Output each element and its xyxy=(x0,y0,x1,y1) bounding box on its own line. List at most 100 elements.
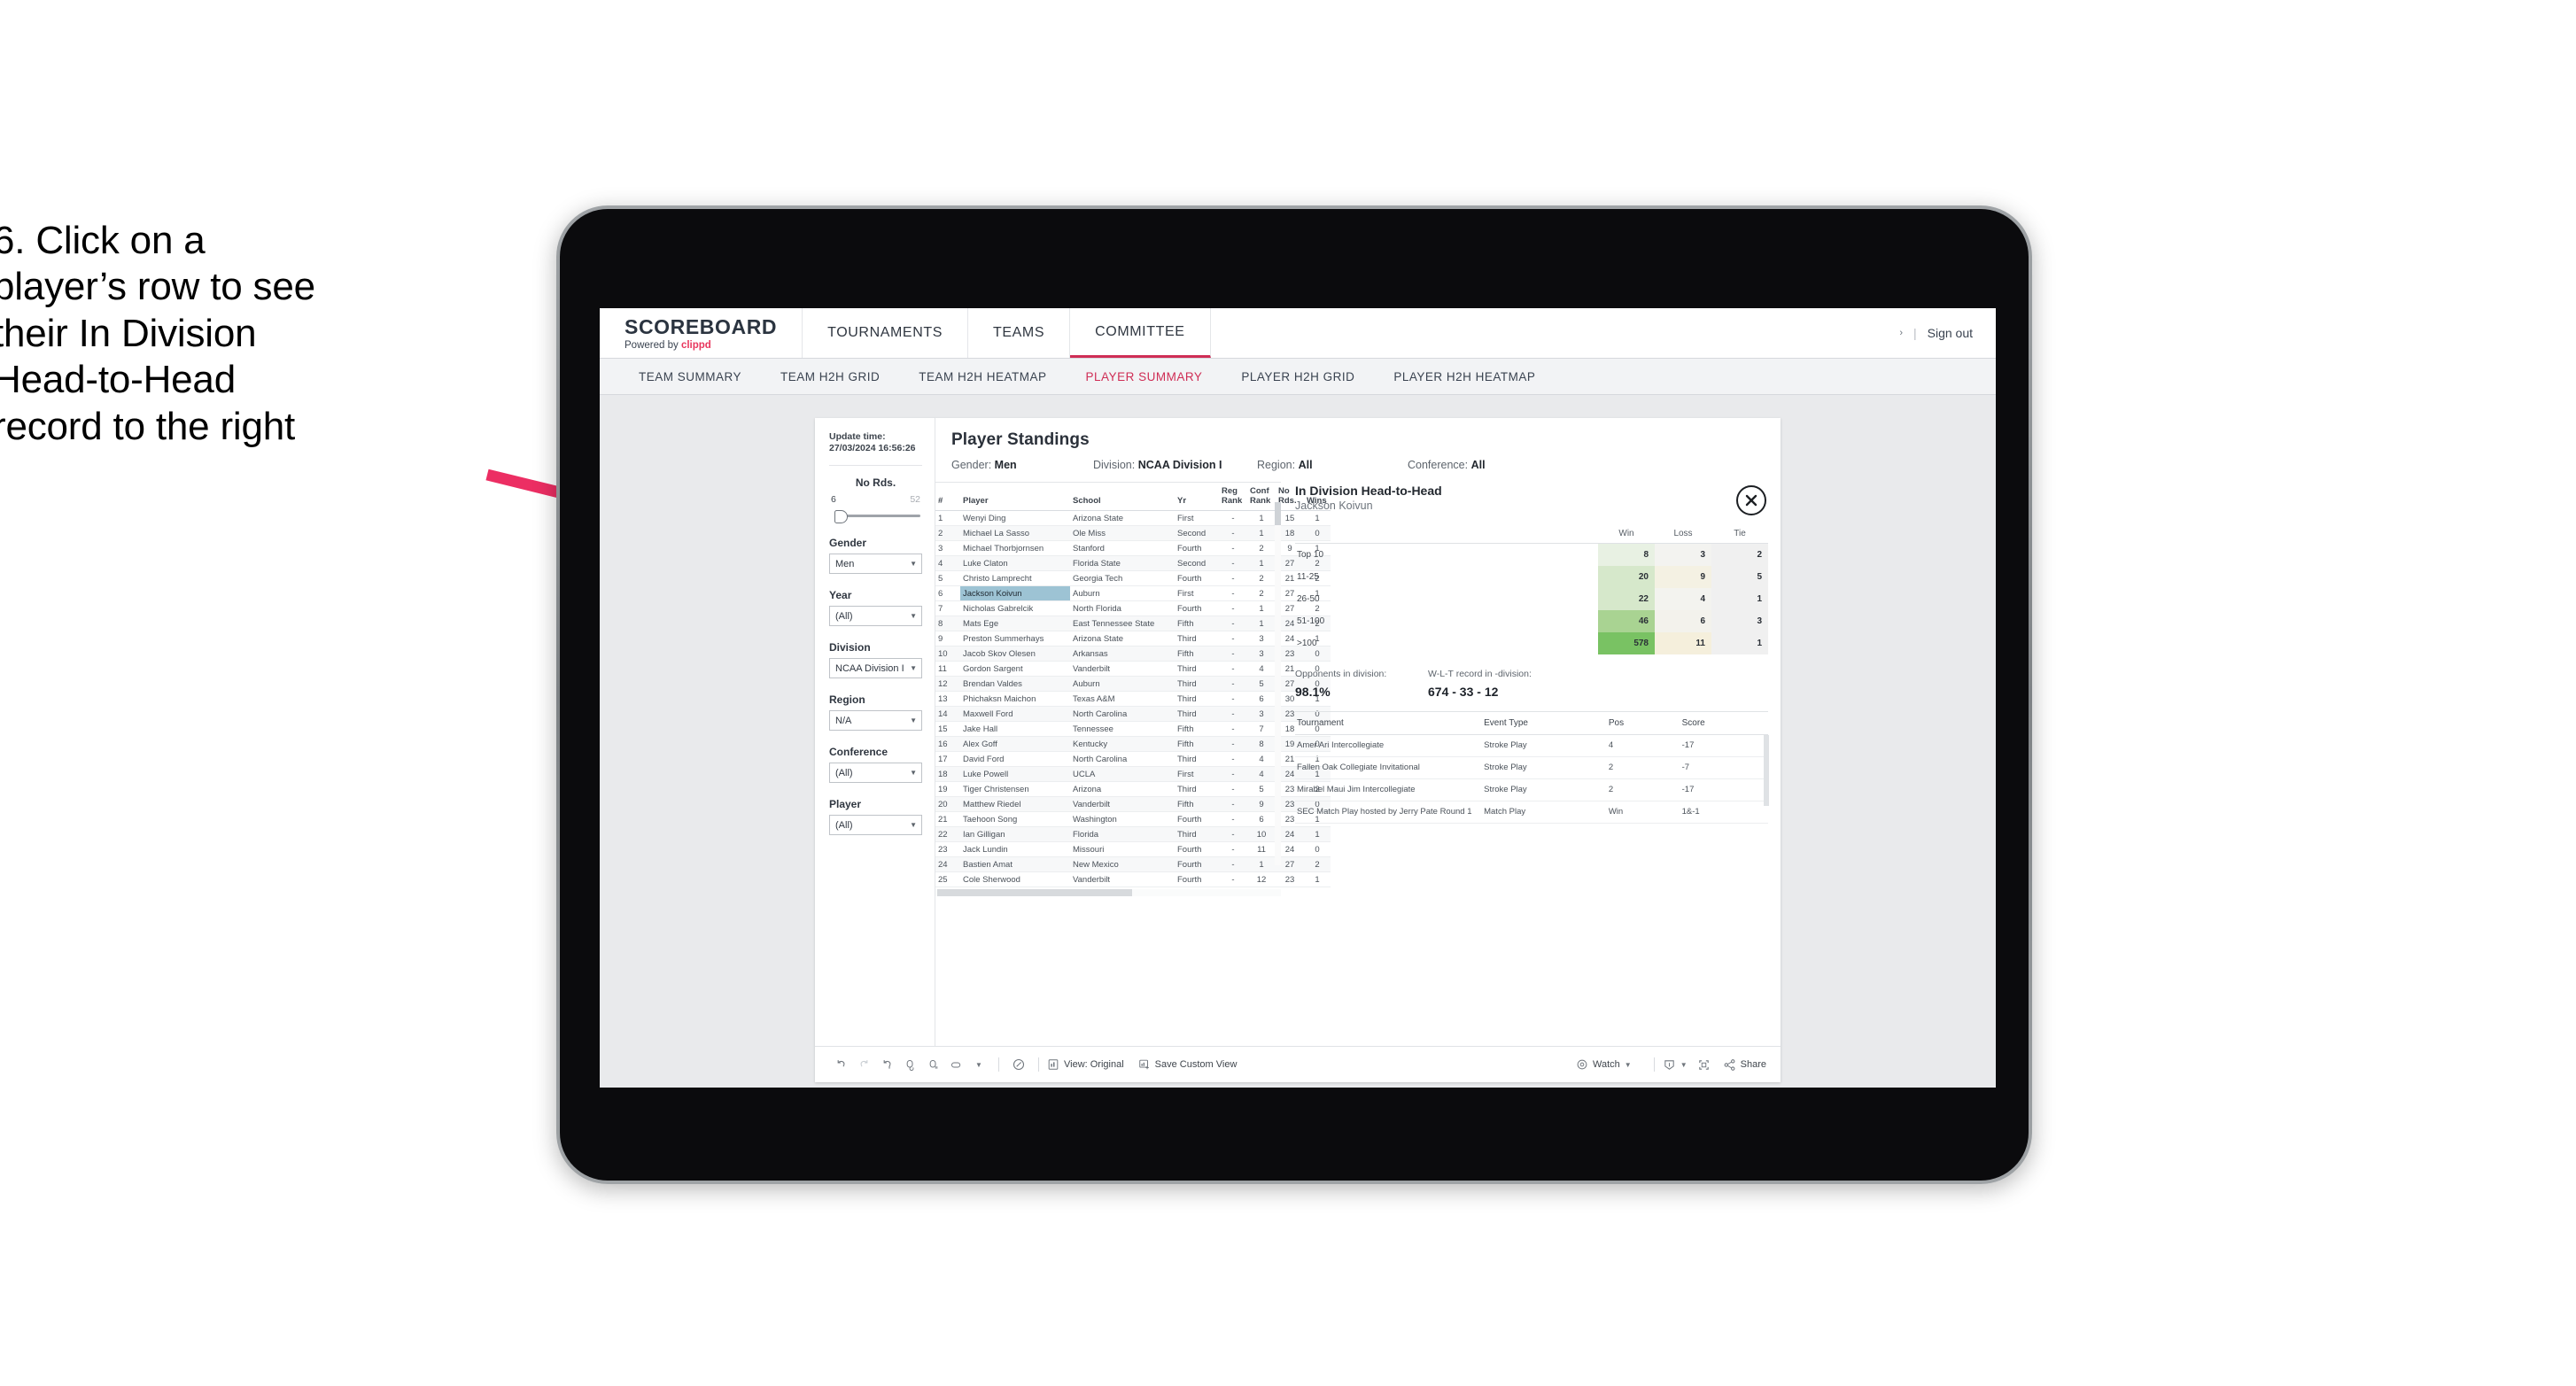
cell-player: Christo Lamprecht xyxy=(960,570,1070,586)
scrollbar-thumb[interactable] xyxy=(937,889,1132,896)
tab-team-h2h-grid[interactable]: TEAM H2H GRID xyxy=(761,370,899,383)
table-row[interactable]: 11 Gordon Sargent Vanderbilt Third -4 21 0 xyxy=(935,661,1331,677)
cell-reg-rank: - xyxy=(1219,676,1247,692)
cell-player: Wenyi Ding xyxy=(960,510,1070,526)
chevron-right-icon[interactable]: › xyxy=(1899,328,1903,338)
table-row[interactable]: 2 Michael La Sasso Ole Miss Second -1 18 0 xyxy=(935,525,1331,541)
standings-horizontal-scrollbar[interactable] xyxy=(935,889,1281,896)
heatmap-cell-tie[interactable]: 1 xyxy=(1711,632,1768,654)
scrollbar-thumb[interactable] xyxy=(1275,502,1281,525)
cell-year: First xyxy=(1175,510,1219,526)
table-row[interactable]: 12 Brendan Valdes Auburn Third -5 27 0 xyxy=(935,676,1331,692)
no-rounds-slider[interactable]: No Rds. 6 52 xyxy=(829,476,922,524)
heatmap-row-label: 11-25 xyxy=(1297,572,1319,582)
tab-team-summary[interactable]: TEAM SUMMARY xyxy=(619,370,761,383)
pause-updates-icon[interactable] xyxy=(921,1058,944,1072)
col-conf-rank[interactable]: Conf Rank xyxy=(1247,483,1276,511)
table-row[interactable]: 16 Alex Goff Kentucky Fifth -8 19 0 xyxy=(935,736,1331,752)
nav-committee[interactable]: COMMITTEE xyxy=(1070,308,1211,358)
filter-division-select[interactable]: NCAA Division I ▼ xyxy=(829,658,922,679)
tab-player-h2h-grid[interactable]: PLAYER H2H GRID xyxy=(1222,370,1374,383)
table-row[interactable]: 22 Ian Gilligan Florida Third -10 24 1 xyxy=(935,826,1331,842)
watch-button[interactable]: Watch ▼ xyxy=(1576,1058,1632,1071)
filter-region-select[interactable]: N/A ▼ xyxy=(829,710,922,732)
heatmap-cell-loss[interactable]: 4 xyxy=(1655,588,1711,610)
table-row[interactable]: 19 Tiger Christensen Arizona Third -5 23 2 xyxy=(935,781,1331,797)
undo-icon[interactable] xyxy=(829,1058,852,1072)
table-row[interactable]: 10 Jacob Skov Olesen Arkansas Fifth -3 23 0 xyxy=(935,646,1331,662)
nav-teams[interactable]: TEAMS xyxy=(968,308,1071,358)
table-row[interactable]: 8 Mats Ege East Tennessee State Fifth -1 24 2 xyxy=(935,616,1331,631)
redo-icon[interactable] xyxy=(852,1058,875,1072)
heatmap-cell-tie[interactable]: 3 xyxy=(1711,610,1768,632)
table-row[interactable]: 25 Cole Sherwood Vanderbilt Fourth -12 23 1 xyxy=(935,871,1331,887)
shape-dropdown-caret[interactable]: ▼ xyxy=(967,1061,990,1069)
cell-rank: 6 xyxy=(935,585,960,601)
table-row[interactable]: 20 Matthew Riedel Vanderbilt Fifth -9 23 0 xyxy=(935,796,1331,812)
cell-school: East Tennessee State xyxy=(1070,616,1175,631)
slider-track[interactable] xyxy=(831,509,920,524)
heatmap-cell-tie[interactable]: 1 xyxy=(1711,588,1768,610)
table-row[interactable]: 6 Jackson Koivun Auburn First -2 27 1 xyxy=(935,585,1331,601)
cell-player: Taehoon Song xyxy=(960,811,1070,827)
nav-tournaments[interactable]: TOURNAMENTS xyxy=(803,308,968,358)
slider-handle[interactable] xyxy=(834,510,848,524)
table-row[interactable]: 4 Luke Claton Florida State Second -1 27 2 xyxy=(935,555,1331,571)
heatmap-cell-loss[interactable]: 11 xyxy=(1655,632,1711,654)
filter-year-select[interactable]: (All) ▼ xyxy=(829,606,922,627)
table-row[interactable]: 24 Bastien Amat New Mexico Fourth -1 27 2 xyxy=(935,856,1331,872)
view-original-button[interactable]: View: Original xyxy=(1047,1058,1124,1071)
filter-gender-select[interactable]: Men ▼ xyxy=(829,554,922,575)
download-button[interactable]: ▼ xyxy=(1663,1058,1688,1072)
heatmap-cell-loss[interactable]: 9 xyxy=(1655,566,1711,588)
heatmap-cell-loss[interactable]: 6 xyxy=(1655,610,1711,632)
col-school[interactable]: School xyxy=(1070,483,1175,511)
heatmap-cell-tie[interactable]: 2 xyxy=(1711,543,1768,566)
col-year[interactable]: Yr xyxy=(1175,483,1219,511)
standings-vertical-scrollbar[interactable] xyxy=(1275,502,1281,865)
tab-team-h2h-heatmap[interactable]: TEAM H2H HEATMAP xyxy=(899,370,1066,383)
tab-player-summary[interactable]: PLAYER SUMMARY xyxy=(1067,370,1222,383)
heatmap-cell-win[interactable]: 20 xyxy=(1598,566,1655,588)
filter-player-select[interactable]: (All) ▼ xyxy=(829,815,922,836)
signout-link[interactable]: Sign out xyxy=(1928,326,1973,340)
col-reg-rank[interactable]: Reg Rank xyxy=(1219,483,1247,511)
table-row[interactable]: 9 Preston Summerhays Arizona State Third -3 2… xyxy=(935,631,1331,647)
heatmap-cell-win[interactable]: 22 xyxy=(1598,588,1655,610)
share-button[interactable]: Share xyxy=(1723,1058,1766,1072)
tab-player-h2h-heatmap[interactable]: PLAYER H2H HEATMAP xyxy=(1374,370,1555,383)
table-row[interactable]: 21 Taehoon Song Washington Fourth -6 23 1 xyxy=(935,811,1331,827)
col-rank[interactable]: # xyxy=(935,483,960,511)
heatmap-cell-win[interactable]: 578 xyxy=(1598,632,1655,654)
table-row[interactable]: 14 Maxwell Ford North Carolina Third -3 23 0 xyxy=(935,706,1331,722)
table-row[interactable]: 7 Nicholas Gabrelcik North Florida Fourth -1… xyxy=(935,600,1331,616)
heatmap-cell-win[interactable]: 46 xyxy=(1598,610,1655,632)
fullscreen-icon[interactable] xyxy=(1693,1058,1716,1072)
update-time-value: 27/03/2024 16:56:26 xyxy=(829,443,916,454)
table-row[interactable]: 18 Luke Powell UCLA First -4 24 1 xyxy=(935,766,1331,782)
cell-conf-rank: 11 xyxy=(1247,841,1276,857)
table-row[interactable]: 23 Jack Lundin Missouri Fourth -11 24 0 xyxy=(935,841,1331,857)
heatmap-cell-tie[interactable]: 5 xyxy=(1711,566,1768,588)
table-row[interactable]: 1 Wenyi Ding Arizona State First -1 15 1 xyxy=(935,510,1331,526)
table-row[interactable]: 5 Christo Lamprecht Georgia Tech Fourth -2 21… xyxy=(935,570,1331,586)
view-shape-icon[interactable] xyxy=(944,1058,967,1072)
brand-subtitle: Powered by clippd xyxy=(625,340,777,351)
filter-year-label: Year xyxy=(829,589,852,602)
filter-conference-select[interactable]: (All) ▼ xyxy=(829,763,922,784)
tournament-results-section: Tournament Event Type Pos Score Amer Ari xyxy=(1295,711,1769,824)
refresh-data-icon[interactable] xyxy=(898,1058,921,1072)
revert-icon[interactable] xyxy=(875,1058,898,1072)
heatmap-cell-loss[interactable]: 3 xyxy=(1655,543,1711,566)
cell-rank: 10 xyxy=(935,646,960,662)
table-row[interactable]: 15 Jake Hall Tennessee Fifth -7 18 0 xyxy=(935,721,1331,737)
tournament-scrollbar[interactable] xyxy=(1764,735,1769,806)
table-row[interactable]: 17 David Ford North Carolina Third -4 21 1 xyxy=(935,751,1331,767)
save-custom-view-button[interactable]: Save Custom View xyxy=(1138,1058,1237,1071)
heatmap-cell-win[interactable]: 8 xyxy=(1598,543,1655,566)
col-player[interactable]: Player xyxy=(960,483,1070,511)
close-icon[interactable] xyxy=(1736,485,1766,515)
pause-auto-update-icon[interactable] xyxy=(1007,1057,1030,1072)
table-row[interactable]: 13 Phichaksn Maichon Texas A&M Third -6 30 1 xyxy=(935,691,1331,707)
table-row[interactable]: 3 Michael Thorbjornsen Stanford Fourth -2 9 1 xyxy=(935,540,1331,556)
